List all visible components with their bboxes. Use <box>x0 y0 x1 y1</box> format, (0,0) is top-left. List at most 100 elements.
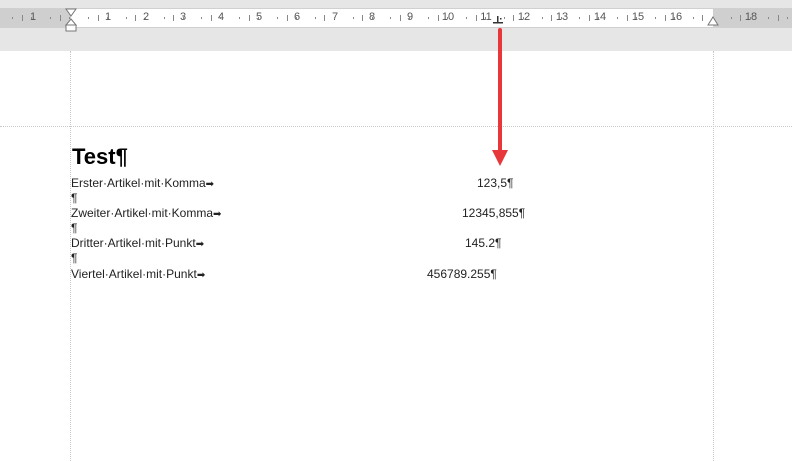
ruler-tick <box>286 15 288 21</box>
header-margin-guide <box>0 126 792 127</box>
ruler-number: 18 <box>744 11 758 23</box>
pilcrow-mark: ¶ <box>71 221 78 235</box>
ruler-tick <box>210 15 212 21</box>
horizontal-ruler[interactable]: 1 1 2 3 4 5 6 7 8 9 10 11 12 13 14 15 16… <box>0 0 792 33</box>
ruler-number: 16 <box>669 11 683 23</box>
tab-arrow-icon: ➡ <box>195 239 205 250</box>
ruler-tick <box>277 17 279 19</box>
ruler-tick <box>664 15 666 21</box>
ruler-tick <box>655 17 657 19</box>
ruler-tick <box>239 17 241 19</box>
ruler-tick <box>588 15 590 21</box>
ruler-number: 12 <box>517 11 531 23</box>
list-item[interactable]: Erster·Artikel·mit·Komma➡ <box>71 176 214 190</box>
row-label: Viertel·Artikel·mit·Punkt <box>71 267 197 281</box>
heading-text: Test <box>72 144 116 169</box>
ruler-tick <box>333 17 335 19</box>
pilcrow-mark: ¶ <box>507 176 514 190</box>
list-item[interactable]: Zweiter·Artikel·mit·Komma➡ <box>71 206 221 220</box>
ruler-tick <box>50 17 52 19</box>
ruler-tick <box>201 17 203 19</box>
ruler-tick <box>258 17 260 19</box>
left-indent-marker-icon[interactable] <box>65 8 77 32</box>
row-value[interactable]: 145.2¶ <box>465 236 501 250</box>
row-value[interactable]: 456789.255¶ <box>427 267 497 281</box>
pilcrow-mark: ¶ <box>71 251 78 265</box>
pilcrow-mark: ¶ <box>490 267 497 281</box>
ruler-bottom-gap <box>0 33 792 51</box>
row-value-text: 145.2 <box>465 236 496 250</box>
ruler-tick <box>144 17 146 19</box>
ruler-tick <box>362 15 364 21</box>
document-heading[interactable]: Test¶ <box>72 144 128 170</box>
ruler-tick <box>673 17 675 19</box>
ruler-tick <box>106 17 108 19</box>
ruler-tick <box>551 15 553 21</box>
ruler-tick <box>12 17 14 19</box>
pilcrow-mark: ¶ <box>518 206 526 220</box>
tab-arrow-icon: ➡ <box>205 179 215 190</box>
row-value-text: 456789.255 <box>427 267 491 281</box>
ruler-tick <box>560 17 562 19</box>
ruler-tick <box>21 15 23 21</box>
pilcrow-mark: ¶ <box>495 236 502 250</box>
empty-paragraph[interactable]: ¶ <box>71 191 77 205</box>
empty-paragraph[interactable]: ¶ <box>71 221 77 235</box>
ruler-tick <box>295 17 297 19</box>
ruler-tick <box>428 17 430 19</box>
pilcrow-mark: ¶ <box>71 191 78 205</box>
ruler-tick <box>371 17 373 19</box>
row-value-text: 123,5 <box>477 176 508 190</box>
ruler-tick <box>702 15 704 21</box>
right-margin-guide <box>713 51 714 461</box>
row-value[interactable]: 123,5¶ <box>477 176 513 190</box>
list-item[interactable]: Viertel·Artikel·mit·Punkt➡ <box>71 267 205 281</box>
ruler-tick <box>740 15 742 21</box>
ruler-strip[interactable]: 1 1 2 3 4 5 6 7 8 9 10 11 12 13 14 15 16… <box>0 8 792 28</box>
ruler-tick <box>399 15 401 21</box>
ruler-tick <box>484 17 486 19</box>
ruler-number: 13 <box>555 11 569 23</box>
ruler-tick <box>182 17 184 19</box>
ruler-tick <box>324 15 326 21</box>
ruler-tick <box>88 17 90 19</box>
ruler-tick <box>466 17 468 19</box>
ruler-tick <box>513 15 515 21</box>
ruler-tick <box>248 15 250 21</box>
row-value[interactable]: 12345,855¶ <box>462 206 525 220</box>
ruler-tick <box>314 17 316 19</box>
decimal-tab-stop-icon[interactable] <box>492 15 504 25</box>
ruler-tick <box>787 17 789 19</box>
ruler-tick <box>97 15 99 21</box>
row-label: Zweiter·Artikel·mit·Komma <box>71 206 214 220</box>
ruler-tick <box>598 17 600 19</box>
ruler-tick <box>749 17 751 19</box>
tab-arrow-icon: ➡ <box>213 209 222 220</box>
ruler-tick <box>522 17 524 19</box>
ruler-number: 11 <box>480 11 492 23</box>
right-indent-marker-icon[interactable] <box>707 16 719 27</box>
ruler-tick <box>220 17 222 19</box>
ruler-tick <box>390 17 392 19</box>
ruler-tick <box>125 17 127 19</box>
row-value-text: 12345,855 <box>462 206 519 220</box>
ruler-tick <box>541 17 543 19</box>
ruler-tick <box>692 17 694 19</box>
ruler-number: 6 <box>293 11 301 23</box>
ruler-tick <box>475 15 477 21</box>
ruler-tick <box>31 17 33 19</box>
empty-paragraph[interactable]: ¶ <box>71 251 77 265</box>
ruler-tick <box>730 17 732 19</box>
ruler-tick <box>777 15 779 21</box>
row-label: Dritter·Artikel·mit·Punkt <box>71 236 196 250</box>
ruler-tick <box>173 15 175 21</box>
ruler-tick <box>163 17 165 19</box>
row-label: Erster·Artikel·mit·Komma <box>71 176 206 190</box>
ruler-tick <box>409 17 411 19</box>
document-page[interactable]: Test¶ Erster·Artikel·mit·Komma➡ 123,5¶ ¶… <box>0 51 792 461</box>
ruler-tick <box>447 17 449 19</box>
ruler-tick <box>768 17 770 19</box>
list-item[interactable]: Dritter·Artikel·mit·Punkt➡ <box>71 236 204 250</box>
ruler-tick <box>579 17 581 19</box>
ruler-number: 14 <box>593 11 607 23</box>
